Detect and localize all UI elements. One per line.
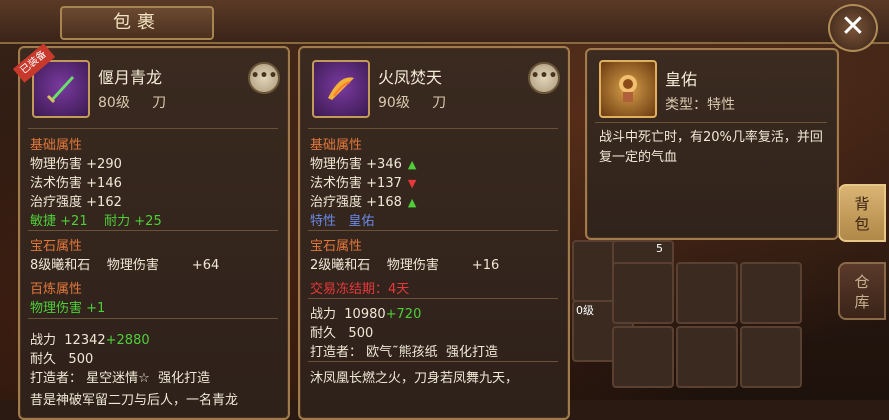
fire-blade-icon bbox=[328, 77, 354, 100]
item-type: 刀 bbox=[432, 95, 447, 111]
trade-freeze: 交易冻结期：4天 bbox=[310, 282, 410, 297]
gem-header: 宝石属性 bbox=[30, 239, 83, 254]
more-button[interactable]: ••• bbox=[248, 62, 280, 94]
divider bbox=[28, 128, 278, 129]
divider bbox=[308, 128, 558, 129]
item-type: 刀 bbox=[152, 95, 167, 111]
item-tooltip-compare: 火凤焚天 90级 刀 ••• 基础属性 物理伤害 +346 ▲ 法术伤害 +137… bbox=[298, 46, 570, 420]
item-level-type: 90级 刀 bbox=[378, 92, 446, 112]
item-name: 偃月青龙 bbox=[98, 68, 163, 87]
arrow-up-icon: ▲ bbox=[407, 196, 417, 209]
more-icon: ••• bbox=[530, 68, 558, 84]
maker-row: 打造者： 星空迷情☆ 强化打造 bbox=[30, 371, 211, 386]
refine-row: 物理伤害 +1 bbox=[30, 301, 106, 316]
stat-row: 治疗强度 +168 ▲ bbox=[310, 195, 417, 210]
stat-row: 物理伤害 +346 ▲ bbox=[310, 157, 417, 172]
divider bbox=[308, 298, 558, 299]
arrow-up-icon: ▲ bbox=[407, 158, 417, 171]
basic-header: 基础属性 bbox=[310, 138, 363, 153]
durability-row: 耐久 500 bbox=[30, 352, 94, 367]
divider bbox=[28, 230, 278, 231]
close-button[interactable]: ✕ bbox=[828, 4, 878, 52]
trait-icon bbox=[599, 60, 657, 118]
inventory-slot[interactable] bbox=[740, 262, 802, 324]
item-tooltip-equipped: 已装备 偃月青龙 80级 刀 ••• 基础属性 物理伤害 +290 法术伤害 +… bbox=[12, 43, 290, 420]
stat-row: 物理伤害 +290 bbox=[30, 157, 122, 172]
trait-description: 战斗中死亡时，有20%几率复活，并回复一定的气血 bbox=[599, 130, 823, 165]
inventory-slot[interactable] bbox=[740, 326, 802, 388]
tab-bag-label: 背包 bbox=[854, 195, 870, 233]
gem-header: 宝石属性 bbox=[310, 239, 363, 254]
close-icon: ✕ bbox=[840, 9, 866, 44]
divider bbox=[28, 318, 278, 319]
item-name: 火凤焚天 bbox=[378, 68, 443, 87]
gem-row: 2级曦和石 物理伤害 +16 bbox=[310, 258, 500, 273]
inventory-slot[interactable] bbox=[612, 262, 674, 324]
tab-bag[interactable]: 背包 bbox=[838, 184, 886, 242]
slot-count: 0级 bbox=[576, 304, 594, 317]
item-lore: 昔是神破军留二刀与后人，一名青龙 bbox=[30, 393, 239, 408]
trait-name: 皇佑 bbox=[665, 70, 698, 89]
trait-tooltip: 皇佑 类型：特性 战斗中死亡时，有20%几率复活，并回复一定的气血 bbox=[585, 48, 839, 240]
gem-row: 8级曦和石 物理伤害 +64 bbox=[30, 258, 220, 273]
item-lore: 沐凤凰长燃之火，刀身若凤舞九天， bbox=[310, 371, 519, 386]
item-level: 90级 bbox=[378, 95, 410, 111]
inventory-slot[interactable] bbox=[676, 262, 738, 324]
divider bbox=[308, 361, 558, 362]
trait-type: 类型：特性 bbox=[665, 97, 735, 113]
window-title: 包裹 bbox=[60, 6, 214, 40]
item-level: 80级 bbox=[98, 95, 130, 111]
tab-store[interactable]: 仓库 bbox=[838, 262, 886, 320]
monkey-icon bbox=[619, 75, 637, 102]
more-icon: ••• bbox=[250, 68, 278, 84]
item-level-type: 80级 刀 bbox=[98, 92, 166, 112]
basic-header: 基础属性 bbox=[30, 138, 83, 153]
maker-row: 打造者： 欧气˜熊孩纸 强化打造 bbox=[310, 345, 498, 360]
power-row: 战力 10980+720 bbox=[310, 307, 422, 322]
inventory-slot[interactable] bbox=[612, 326, 674, 388]
top-bar: 包裹 bbox=[0, 0, 889, 44]
bonus-row: 敏捷 +21 耐力 +25 bbox=[30, 214, 162, 229]
divider bbox=[595, 122, 827, 123]
inventory-slot[interactable] bbox=[676, 326, 738, 388]
stat-row: 法术伤害 +146 bbox=[30, 176, 122, 191]
tab-store-label: 仓库 bbox=[854, 273, 870, 311]
stat-row: 法术伤害 +137 ▼ bbox=[310, 176, 417, 191]
weapon-icon bbox=[312, 60, 370, 118]
power-row: 战力 12342+2880 bbox=[30, 333, 150, 348]
stat-row: 治疗强度 +162 bbox=[30, 195, 122, 210]
divider bbox=[308, 230, 558, 231]
slot-count: 5 bbox=[656, 242, 663, 255]
special-row: 特性 皇佑 bbox=[310, 214, 375, 229]
sword-icon bbox=[46, 76, 74, 104]
more-button[interactable]: ••• bbox=[528, 62, 560, 94]
arrow-down-icon: ▼ bbox=[407, 177, 417, 190]
durability-row: 耐久 500 bbox=[310, 326, 374, 341]
refine-header: 百炼属性 bbox=[30, 282, 83, 297]
